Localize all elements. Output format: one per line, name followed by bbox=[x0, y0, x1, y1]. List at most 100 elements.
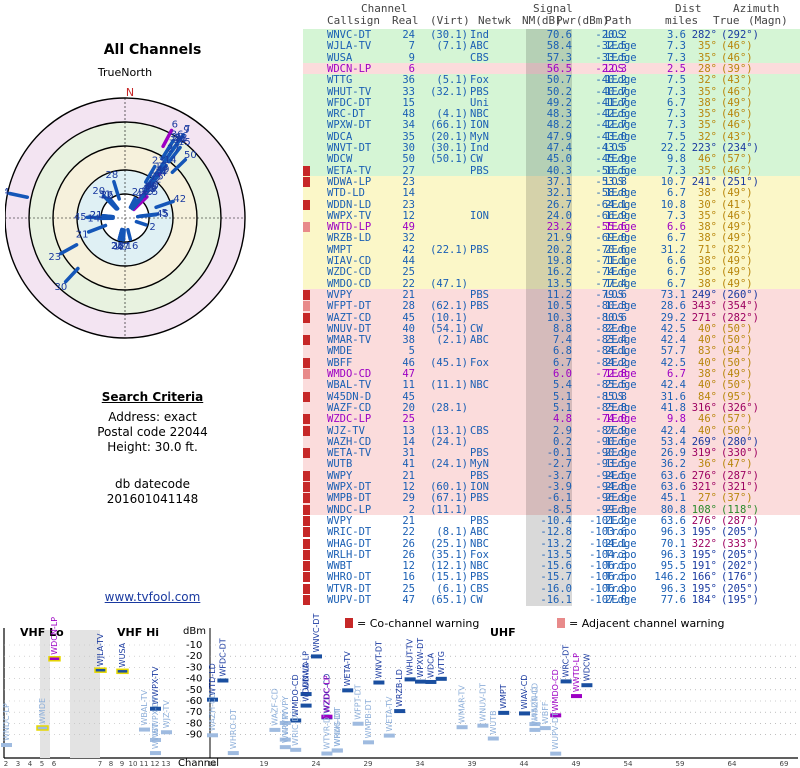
table-row[interactable]: WUTB 41 (24.1) MyN -2.7 -93.5 1Edge 36.2 36° (47°… bbox=[303, 458, 800, 471]
spectrum-bar-label: WRC-DT bbox=[562, 645, 571, 678]
cell-nmdb: 57.3 bbox=[526, 51, 572, 64]
table-row[interactable]: WDWA-LP 23 37.1 -53.8 LOS 10.7 241° (251°) bbox=[303, 175, 800, 188]
table-row[interactable]: WTD-LD 14 32.1 -58.8 1Edge 6.7 38° (49°) bbox=[303, 187, 800, 200]
table-row[interactable]: WRLH-DT 26 (35.1) Fox -13.5 -104.3 Tropo 96.3 19… bbox=[303, 548, 800, 561]
table-row[interactable]: WMPB-DT 29 (67.1) PBS -6.1 -96.9 2Edge 45.1 27°(… bbox=[303, 492, 800, 505]
cell-miles: 6.7 bbox=[667, 277, 686, 290]
adjacent-warning-icon bbox=[303, 222, 310, 233]
table-row[interactable]: WWPX-TV 12 ION 24.0 -66.9 1Edge 7.3 35° (46°) bbox=[303, 209, 800, 222]
cell-path: 1Edge bbox=[605, 300, 637, 313]
cell-netwk: CW bbox=[470, 153, 483, 166]
spectrum-bar bbox=[550, 751, 562, 756]
cell-miles: 7.3 bbox=[667, 209, 686, 222]
cell-true: 35° bbox=[698, 108, 717, 121]
table-row[interactable]: WTVR-DT 25 (6.1) CBS -16.0 -106.9 Tropo 96.3 195… bbox=[303, 582, 800, 595]
table-row[interactable]: W45DN-D 45 5.1 -85.8 LOS 31.6 84° (95°) bbox=[303, 390, 800, 403]
cell-real: 45 bbox=[402, 390, 415, 403]
table-row[interactable]: WDCA 35 (20.1) MyN 47.9 -43.0 1Edge 7.5 32° (43°) bbox=[303, 130, 800, 143]
cell-path: 1Edge bbox=[605, 164, 637, 177]
cell-virt: (50.1) bbox=[430, 153, 468, 166]
spectrum-bar-label: WJZ-TV bbox=[162, 700, 171, 729]
table-row[interactable]: WFPT-DT 28 (62.1) PBS 10.5 -80.3 1Edge 28.6 343°… bbox=[303, 300, 800, 313]
cell-true: 269° bbox=[691, 435, 717, 448]
table-row[interactable]: WPXW-DT 34 (66.1) ION 48.2 -42.7 1Edge 7.3 35° (4… bbox=[303, 119, 800, 132]
table-row[interactable]: WUPV-DT 47 (65.1) CW -16.1 -107.0 2Edge 77.6 184… bbox=[303, 594, 800, 606]
table-row[interactable]: WETA-TV 31 PBS -0.1 -90.9 2Edge 26.9 319° (330°) bbox=[303, 447, 800, 460]
table-row[interactable]: WMDO-CD 47 6.0 -72.8 1Edge 6.7 38° (49°) bbox=[303, 368, 800, 380]
table-row[interactable]: WDDN-LD 23 26.7 -64.1 2Edge 10.8 30° (41°) bbox=[303, 198, 800, 211]
table-row[interactable]: WTTG 36 (5.1) Fox 50.7 -40.2 1Edge 7.5 32° (43°) bbox=[303, 74, 800, 87]
cell-nmdb: -0.1 bbox=[526, 447, 572, 460]
table-row[interactable]: WETA-TV 27 PBS 40.3 -50.5 1Edge 7.3 35° (46°) bbox=[303, 164, 800, 177]
cell-netwk: Ind bbox=[470, 29, 489, 41]
cell-miles: 6.6 bbox=[667, 221, 686, 234]
channel-tick-label: 7 bbox=[98, 760, 102, 768]
table-row[interactable]: WVPY 21 PBS -10.4 -101.2 2Edge 63.6 276° (287°) bbox=[303, 514, 800, 527]
cell-nmdb: 10.3 bbox=[526, 311, 572, 324]
table-row[interactable]: WFDC-DT 15 Uni 49.2 -41.7 1Edge 6.7 38° (49°) bbox=[303, 96, 800, 109]
table-row[interactable]: WHRO-DT 16 (15.1) PBS -15.7 -106.5 Tropo 146.2 1… bbox=[303, 571, 800, 584]
cell-callsign: WHRO-DT bbox=[327, 571, 372, 584]
y-tick-label: -20 bbox=[186, 651, 202, 662]
table-row[interactable]: WMDO-CD 22 (47.1) 13.5 -77.4 1Edge 6.7 38° (49°) bbox=[303, 277, 800, 290]
table-row[interactable]: WNVT-DT 30 (30.1) Ind 47.4 -43.5 LOS 22.2 223° (2… bbox=[303, 142, 800, 154]
cell-path: LOS bbox=[605, 390, 624, 403]
table-row[interactable]: WRIC-DT 22 (8.1) ABC -12.8 -103.6 Tropo 96.3 195… bbox=[303, 526, 800, 539]
cell-netwk: ABC bbox=[470, 334, 489, 347]
cell-callsign: WWPY bbox=[327, 469, 353, 482]
spectrum-bar bbox=[269, 727, 281, 732]
table-row[interactable]: WDCW 50 (50.1) CW 45.0 -45.9 1Edge 9.8 46° (57°) bbox=[303, 153, 800, 166]
cell-nmdb: -10.4 bbox=[526, 514, 572, 527]
table-row[interactable]: WWPX-DT 12 (60.1) ION -3.9 -94.8 2Edge 63.6 321°… bbox=[303, 481, 800, 493]
table-row[interactable]: WZDC-CD 25 16.2 -74.6 1Edge 6.7 38° (49°) bbox=[303, 266, 800, 279]
cell-true: 35° bbox=[698, 85, 717, 98]
cell-miles: 95.5 bbox=[660, 560, 686, 573]
table-row[interactable]: WWBT 12 (12.1) NBC -15.6 -106.5 Tropo 95.5 191°(… bbox=[303, 560, 800, 573]
table-row[interactable]: WZDC-LP 25 4.8 -74.0 1Edge 9.8 46° (57°) bbox=[303, 413, 800, 426]
table-row[interactable]: WWPY 21 PBS -3.7 -94.5 2Edge 63.6 276° (287°) bbox=[303, 469, 800, 482]
table-row[interactable]: WBFF 46 (45.1) Fox 6.7 -84.2 2Edge 42.5 40° (50°) bbox=[303, 356, 800, 369]
signal-bar bbox=[135, 213, 158, 219]
table-row[interactable]: WDCN-LP 6 56.5 -22.3 LOS 2.5 28° (39°) bbox=[303, 62, 800, 75]
table-row[interactable]: WAZT-CD 45 (10.1) 10.3 -80.6 LOS 29.2 271° (282°… bbox=[303, 311, 800, 324]
cell-virt: (11.1) bbox=[430, 379, 468, 392]
table-row[interactable]: WHUT-TV 33 (32.1) PBS 50.2 -40.7 1Edge 7.3 35° (4… bbox=[303, 85, 800, 98]
table-row[interactable]: WJZ-TV 13 (13.1) CBS 2.9 -87.9 2Edge 42.4 40° (50… bbox=[303, 424, 800, 437]
table-row[interactable]: WNVC-DT 24 (30.1) Ind 70.6 -20.2 LOS 3.6 282° (29… bbox=[303, 29, 800, 41]
cell-magn: (49°) bbox=[721, 277, 753, 290]
search-criteria-heading: Search Criteria bbox=[101, 390, 204, 404]
table-row[interactable]: WHAG-DT 26 (25.1) NBC -13.2 -104.1 2Edge 70.1 32… bbox=[303, 537, 800, 550]
table-row[interactable]: WBAL-TV 11 (11.1) NBC 5.4 -85.5 2Edge 42.4 40° (5… bbox=[303, 379, 800, 392]
cell-true: 40° bbox=[698, 424, 717, 437]
table-row[interactable]: WMAR-TV 38 (2.1) ABC 7.4 -83.4 2Edge 42.4 40° (50… bbox=[303, 334, 800, 347]
table-row[interactable]: WIAV-CD 44 19.8 -71.1 1Edge 6.6 38° (49°) bbox=[303, 255, 800, 267]
cell-path: 1Edge bbox=[605, 413, 637, 426]
signal-label: 24 bbox=[5, 187, 9, 198]
tvfool-link[interactable]: www.tvfool.com bbox=[0, 590, 305, 604]
table-row[interactable]: WNUV-DT 40 (54.1) CW 8.8 -82.0 2Edge 42.5 40° (50… bbox=[303, 322, 800, 335]
cell-path: 1Edge bbox=[605, 435, 637, 448]
table-row[interactable]: WMPT 42 (22.1) PBS 20.2 -70.6 2Edge 31.2 71° (82°… bbox=[303, 243, 800, 256]
column-header: Netwk bbox=[478, 14, 512, 27]
channel-tick-label: 39 bbox=[468, 760, 477, 768]
table-row[interactable]: WMDE 5 6.8 -84.1 2Edge 57.7 83° (94°) bbox=[303, 345, 800, 358]
cell-netwk: PBS bbox=[470, 288, 489, 301]
table-row[interactable]: WAZH-CD 14 (24.1) 0.2 -90.6 1Edge 53.4 269° (280… bbox=[303, 435, 800, 448]
table-row[interactable]: WNDC-LP 2 (11.1) -8.5 -99.3 2Edge 80.8 108° (118… bbox=[303, 503, 800, 516]
table-row[interactable]: WWTD-LP 49 23.2 -55.6 1Edge 6.6 38° (49°) bbox=[303, 221, 800, 234]
cell-callsign: WMDO-CD bbox=[327, 368, 372, 380]
table-row[interactable]: WJLA-TV 7 (7.1) ABC 58.4 -32.5 1Edge 7.3 35° (46°… bbox=[303, 40, 800, 53]
table-row[interactable]: WRC-DT 48 (4.1) NBC 48.3 -42.5 1Edge 7.3 35° (46°… bbox=[303, 108, 800, 121]
cell-magn: (95°) bbox=[721, 390, 753, 403]
table-row[interactable]: WVPY 21 PBS 11.2 -79.6 LOS 73.1 249° (260°) bbox=[303, 288, 800, 301]
cell-magn: (46°) bbox=[721, 209, 753, 222]
table-row[interactable]: WRZB-LD 32 21.9 -69.0 1Edge 6.7 38° (49°) bbox=[303, 232, 800, 245]
cell-magn: (57°) bbox=[721, 153, 753, 166]
table-row[interactable]: WAZF-CD 20 (28.1) 5.1 -85.8 2Edge 41.8 316° (326… bbox=[303, 401, 800, 414]
cell-callsign: WVPY bbox=[327, 288, 353, 301]
spectrum-bar-label: WNDC-LP bbox=[2, 703, 11, 741]
spectrum-bar-label: WWBT bbox=[151, 723, 160, 749]
cell-callsign: WWBT bbox=[327, 560, 353, 573]
channel-tick-label: 34 bbox=[416, 760, 425, 768]
table-row[interactable]: WUSA 9 CBS 57.3 -33.5 1Edge 7.3 35° (46°) bbox=[303, 51, 800, 64]
